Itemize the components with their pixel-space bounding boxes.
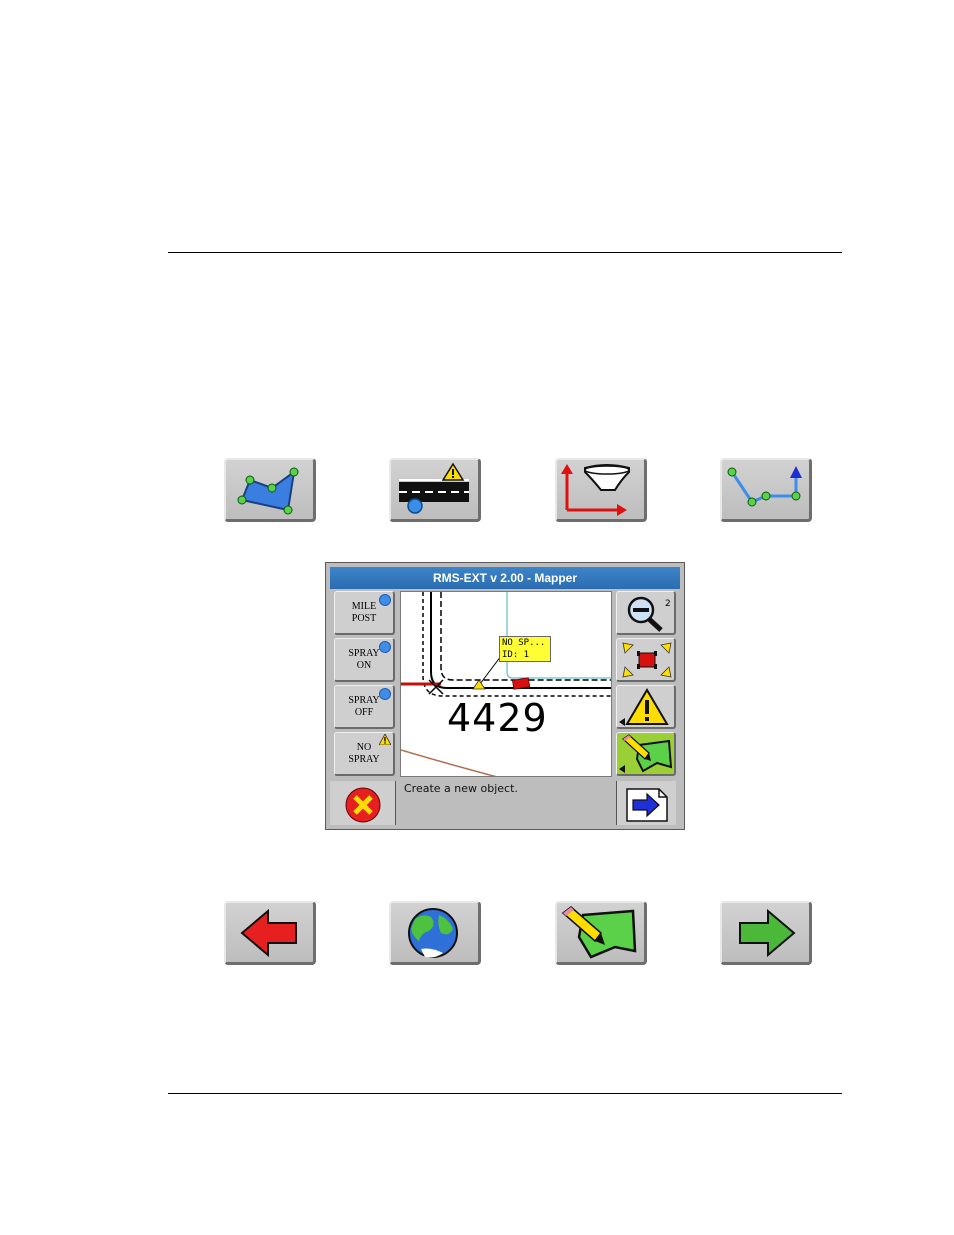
road-hazard-icon: [399, 462, 469, 514]
map-tag-line2: ID: 1: [502, 650, 530, 660]
map-tag-line1: NO SP...: [502, 638, 546, 648]
status-message: Create a new object.: [404, 782, 518, 795]
spray-off-label-line1: SPRAY: [348, 694, 380, 706]
zoom-level-text: 2: [665, 599, 671, 609]
edit-area-button[interactable]: [616, 732, 676, 776]
cancel-button[interactable]: [330, 781, 396, 825]
center-vehicle-icon: [622, 642, 672, 678]
spray-off-button[interactable]: SPRAY OFF: [334, 685, 395, 729]
spray-on-button[interactable]: SPRAY ON: [334, 638, 395, 682]
zoom-out-icon: 2: [627, 596, 671, 632]
next-page-button[interactable]: [616, 781, 676, 825]
antenna-offset-button[interactable]: [555, 458, 647, 522]
blue-dot-icon: [379, 594, 391, 606]
warning-icon: [379, 734, 391, 745]
zoom-out-button[interactable]: 2: [616, 591, 676, 635]
hazard-object-button[interactable]: [616, 685, 676, 729]
map-view[interactable]: NO SP... ID: 1 4429: [400, 591, 612, 777]
spray-on-label-line1: SPRAY: [348, 647, 380, 659]
map-roads: [401, 592, 611, 776]
center-view-button[interactable]: [616, 638, 676, 682]
no-spray-label-line1: NO: [356, 741, 372, 753]
gps-antenna-offset-icon: [561, 464, 630, 516]
back-button[interactable]: [224, 901, 316, 965]
forward-button[interactable]: [720, 901, 812, 965]
mile-post-label-line2: POST: [351, 612, 377, 624]
spray-off-label-line2: OFF: [354, 706, 374, 718]
warning-icon: [619, 688, 669, 726]
blue-dot-icon: [379, 688, 391, 700]
line-path-button[interactable]: [720, 458, 812, 522]
globe-icon: [408, 908, 458, 958]
next-page-arrow-icon: [626, 788, 668, 822]
mile-post-button[interactable]: MILE POST: [334, 591, 395, 635]
globe-button[interactable]: [389, 901, 481, 965]
forward-arrow-icon: [739, 908, 796, 958]
spray-on-label-line2: ON: [356, 659, 372, 671]
line-path-icon: [727, 466, 802, 507]
header-rule: [168, 252, 842, 253]
no-spray-button[interactable]: NO SPRAY: [334, 732, 395, 776]
area-polygon-icon: [237, 467, 299, 515]
mapper-screen: RMS-EXT v 2.00 - Mapper MILE POST SPRAY …: [325, 562, 685, 830]
screen-title: RMS-EXT v 2.00 - Mapper: [330, 567, 680, 589]
back-arrow-icon: [240, 908, 297, 958]
mile-post-label-line1: MILE: [351, 600, 377, 612]
edit-area-icon: [561, 906, 637, 959]
blue-dot-icon: [379, 641, 391, 653]
map-label-number: 4429: [447, 696, 548, 740]
edit-area-icon: [619, 734, 673, 773]
cancel-x-icon: [345, 787, 381, 823]
footer-rule: [168, 1093, 842, 1094]
no-spray-label-line2: SPRAY: [348, 753, 380, 765]
map-object-tag[interactable]: NO SP... ID: 1: [499, 636, 551, 662]
road-hazard-button[interactable]: [389, 458, 481, 522]
edit-area-main-button[interactable]: [555, 901, 647, 965]
area-polygon-button[interactable]: [224, 458, 316, 522]
